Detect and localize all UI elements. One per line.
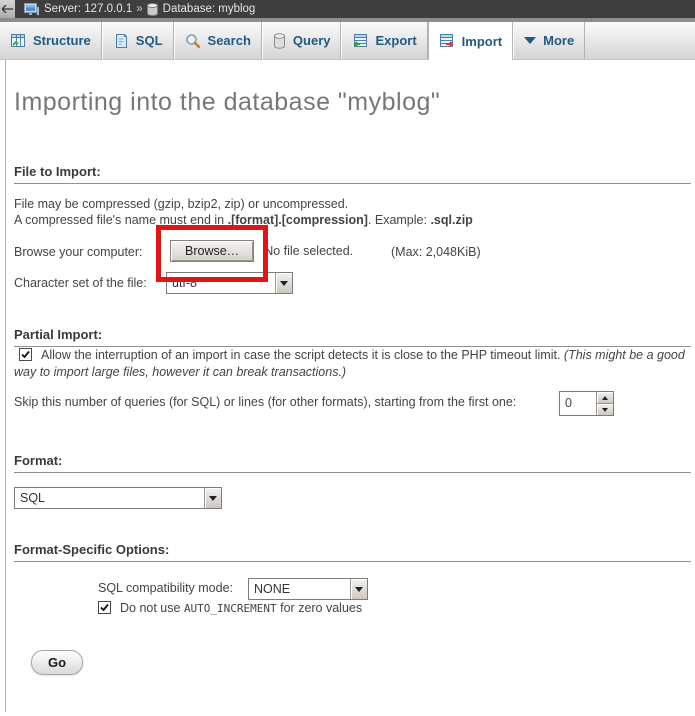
server-icon [24,3,39,16]
select-dropdown-icon[interactable] [275,273,292,293]
breadcrumb-server-link[interactable]: Server: 127.0.0.1 [24,3,132,16]
arrow-up-icon [602,396,608,400]
search-icon [185,33,201,49]
browse-row: Browse your computer: Browse… No file sele… [14,240,691,262]
allow-interruption-checkbox[interactable] [19,348,32,361]
breadcrumb: Server: 127.0.0.1 » Database: myblog [0,0,695,22]
export-icon [352,33,368,49]
max-size-note: (Max: 2,048KiB) [391,245,481,259]
tab-more[interactable]: More [513,22,585,59]
allow-interruption-option: Allow the interruption of an import in c… [14,348,685,379]
tab-search[interactable]: Search [174,22,262,59]
skip-queries-row: Skip this number of queries (for SQL) or… [14,395,691,420]
charset-label: Character set of the file: [14,276,162,290]
sql-compatibility-row: SQL compatibility mode: NONE [98,578,691,600]
breadcrumb-separator: » [136,3,142,15]
skip-queries-value[interactable]: 0 [560,392,596,415]
sql-compatibility-select[interactable]: NONE [248,578,368,600]
import-icon [439,33,455,49]
charset-selected-value: utf-8 [167,273,275,293]
structure-icon [10,33,26,49]
tab-label: More [543,33,574,48]
tab-label: Import [462,34,502,49]
database-icon [147,3,158,16]
file-selected-status: No file selected. [264,244,353,258]
format-compression-hint: .[format].[compression] [228,213,368,227]
format-row: SQL [14,487,691,509]
go-button[interactable]: Go [31,650,83,675]
arrow-down-icon [602,408,608,412]
sql-icon [113,33,129,49]
breadcrumb-server-label: Server: 127.0.0.1 [44,3,132,15]
select-dropdown-icon[interactable] [350,579,367,599]
tab-label: Query [293,33,331,48]
select-dropdown-icon[interactable] [204,488,221,508]
query-icon [273,33,286,49]
tab-sql[interactable]: SQL [102,22,174,59]
tab-label: Export [375,33,416,48]
stepper-up-button[interactable] [597,392,613,403]
page-title: Importing into the database "myblog" [14,88,691,117]
tab-label: Search [208,33,251,48]
chevron-down-icon [524,37,536,44]
tab-bar: Structure SQL Search [0,22,695,60]
tab-import[interactable]: Import [428,22,513,60]
compression-note: File may be compressed (gzip, bzip2, zip… [14,196,691,228]
tab-label: SQL [136,33,163,48]
back-button[interactable] [0,0,15,18]
format-select[interactable]: SQL [14,487,222,509]
sql-compatibility-value: NONE [249,579,350,599]
tab-structure[interactable]: Structure [0,22,102,59]
section-heading-format-specific: Format-Specific Options: [14,542,691,562]
charset-select[interactable]: utf-8 [166,272,293,294]
tab-query[interactable]: Query [262,22,342,59]
auto-increment-text: Do not use AUTO_INCREMENT for zero value… [120,601,362,615]
browse-button[interactable]: Browse… [170,240,254,262]
back-arrow-icon [2,5,13,13]
breadcrumb-database-label: Database: myblog [163,3,256,15]
section-heading-file-to-import: File to Import: [14,164,691,184]
allow-interruption-text: Allow the interruption of an import in c… [14,348,685,379]
tab-export[interactable]: Export [341,22,427,59]
skip-queries-label: Skip this number of queries (for SQL) or… [14,395,516,409]
auto-increment-option: Do not use AUTO_INCREMENT for zero value… [98,601,362,615]
main-content: Importing into the database "myblog" Fil… [5,60,695,712]
breadcrumb-database-link[interactable]: Database: myblog [147,3,256,16]
browse-label: Browse your computer: [14,245,162,259]
tab-label: Structure [33,33,91,48]
example-extension: .sql.zip [430,213,472,227]
section-heading-format: Format: [14,453,691,473]
auto-increment-keyword: AUTO_INCREMENT [184,602,277,615]
sql-compatibility-label: SQL compatibility mode: [98,581,244,595]
auto-increment-checkbox[interactable] [98,601,111,614]
charset-row: Character set of the file: utf-8 [14,272,691,294]
skip-queries-stepper[interactable]: 0 [559,391,614,416]
stepper-down-button[interactable] [597,403,613,415]
format-selected-value: SQL [15,488,204,508]
section-heading-partial-import: Partial Import: [14,327,691,347]
